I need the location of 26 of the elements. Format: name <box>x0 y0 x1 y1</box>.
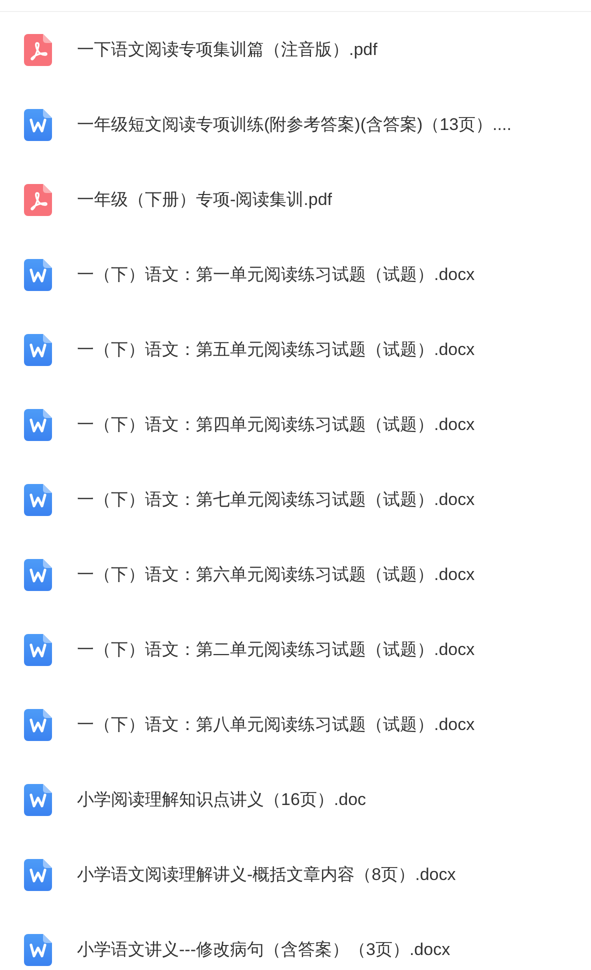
word-file-icon <box>24 708 52 740</box>
word-file-icon <box>24 408 52 440</box>
file-name-link[interactable]: 一下语文阅读专项集训篇（注音版）.pdf <box>77 36 378 62</box>
word-file-icon <box>24 484 52 516</box>
file-name-link[interactable]: 一（下）语文：第四单元阅读练习试题（试题）.docx <box>77 412 475 438</box>
word-file-icon <box>24 934 52 966</box>
file-name-link[interactable]: 一（下）语文：第八单元阅读练习试题（试题）.docx <box>77 712 475 738</box>
word-file-icon <box>24 334 52 366</box>
file-name-link[interactable]: 小学语文讲义---修改病句（含答案）（3页）.docx <box>77 936 450 962</box>
word-file-icon <box>24 634 52 666</box>
word-file-icon <box>24 858 52 890</box>
pdf-file-icon <box>24 34 52 66</box>
file-name-link[interactable]: 一（下）语文：第六单元阅读练习试题（试题）.docx <box>77 562 475 588</box>
pdf-file-icon <box>24 184 52 216</box>
file-name-link[interactable]: 一（下）语文：第五单元阅读练习试题（试题）.docx <box>77 336 475 362</box>
file-name-link[interactable]: 一（下）语文：第七单元阅读练习试题（试题）.docx <box>77 486 475 512</box>
file-name-link[interactable]: 一（下）语文：第二单元阅读练习试题（试题）.docx <box>77 636 475 662</box>
file-name-link[interactable]: 一年级（下册）专项-阅读集训.pdf <box>77 186 332 212</box>
file-name-link[interactable]: 一年级短文阅读专项训练(附参考答案)(含答案)（13页）.... <box>77 112 512 138</box>
word-file-icon <box>24 108 52 140</box>
word-file-icon <box>24 784 52 816</box>
word-file-icon <box>24 558 52 590</box>
word-file-icon <box>24 258 52 290</box>
file-name-link[interactable]: 小学阅读理解知识点讲义（16页）.doc <box>77 786 366 812</box>
file-name-link[interactable]: 一（下）语文：第一单元阅读练习试题（试题）.docx <box>77 262 475 288</box>
file-name-link[interactable]: 小学语文阅读理解讲义-概括文章内容（8页）.docx <box>77 862 456 888</box>
